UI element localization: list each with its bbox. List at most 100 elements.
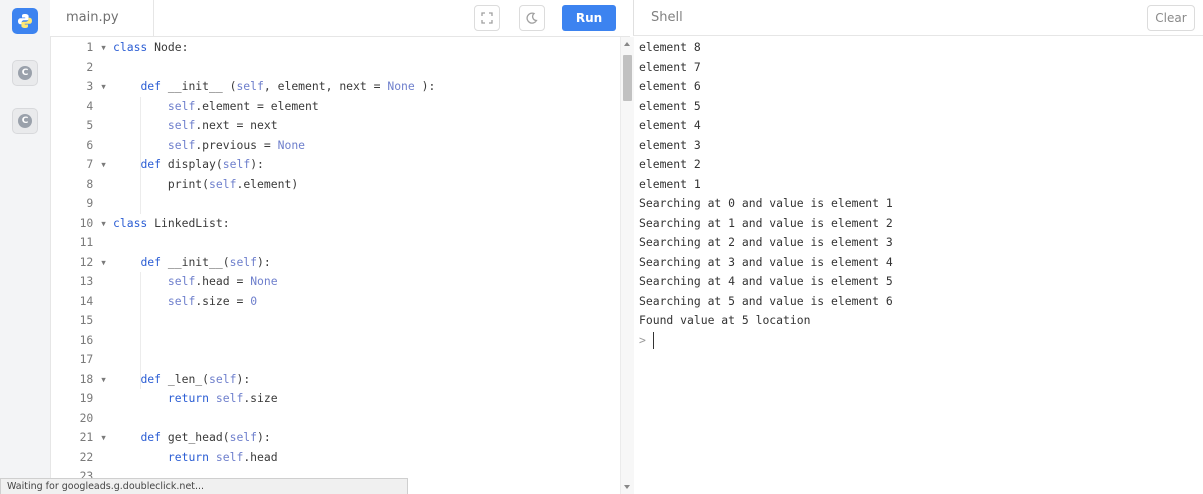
code-line[interactable]: 14 self.size = 0 bbox=[50, 292, 620, 312]
code-token: print( bbox=[167, 176, 210, 191]
code-line[interactable]: 22 return self.head bbox=[50, 448, 620, 468]
code-text: self.element = element bbox=[168, 97, 319, 117]
code-token: ): bbox=[236, 371, 251, 386]
shell-output-line: Searching at 4 and value is element 5 bbox=[639, 274, 893, 288]
keyword-token: def bbox=[140, 371, 162, 386]
code-text: self.size = 0 bbox=[168, 292, 257, 312]
line-number: 16 bbox=[79, 332, 107, 347]
code-line[interactable]: 20 bbox=[50, 409, 620, 429]
code-text: self.next = next bbox=[168, 116, 278, 136]
indent-guide bbox=[140, 96, 142, 214]
code-line[interactable]: 13 self.head = None bbox=[50, 272, 620, 292]
shell-output-line: element 5 bbox=[639, 98, 701, 113]
shell-header: Shell Clear bbox=[633, 0, 1203, 36]
code-text: return self.size bbox=[168, 389, 278, 409]
line-number: 11 bbox=[79, 235, 107, 249]
code-token: .head bbox=[243, 449, 278, 464]
code-text: class LinkedList: bbox=[113, 214, 230, 234]
code-text: def display(self): bbox=[140, 155, 263, 175]
code-text: def get_head(self): bbox=[140, 428, 270, 448]
line-number: 9 bbox=[86, 196, 107, 210]
code-line[interactable]: 1 ▾ class Node: bbox=[50, 38, 620, 58]
code-token: __init__( bbox=[161, 254, 230, 269]
line-number: 18 ▾ bbox=[79, 371, 107, 386]
code-line[interactable]: 2 bbox=[50, 58, 620, 78]
identifier-token: self bbox=[167, 274, 196, 288]
scroll-up-icon[interactable] bbox=[624, 42, 630, 46]
code-token: , element, next = bbox=[263, 79, 388, 93]
code-line[interactable]: 19 return self.size bbox=[50, 389, 620, 409]
code-text: class Node: bbox=[113, 38, 188, 58]
code-text: def __init__(self): bbox=[140, 253, 270, 273]
line-number: 4 bbox=[86, 98, 107, 113]
scroll-down-icon[interactable] bbox=[624, 485, 630, 489]
code-line[interactable]: 11 bbox=[50, 233, 620, 253]
code-line[interactable]: 9 bbox=[50, 194, 620, 214]
language-sidebar: C C bbox=[0, 0, 51, 494]
code-line[interactable]: 8 print(self.element) bbox=[50, 175, 620, 195]
fullscreen-button[interactable] bbox=[474, 5, 500, 31]
code-line[interactable]: 21 ▾ def get_head(self): bbox=[50, 428, 620, 448]
line-number: 3 ▾ bbox=[86, 79, 107, 93]
identifier-token: self bbox=[229, 254, 258, 269]
shell-output-line: Searching at 1 and value is element 2 bbox=[639, 215, 893, 230]
code-token: .size bbox=[243, 391, 278, 405]
line-number: 15 bbox=[79, 313, 107, 327]
c-language-icon[interactable]: C bbox=[12, 60, 38, 86]
code-token: ): bbox=[257, 254, 271, 269]
shell-prompt: > bbox=[639, 333, 646, 347]
code-text: return self.head bbox=[168, 448, 278, 468]
code-text: def __init__ (self, element, next = None… bbox=[140, 77, 435, 97]
editor-header: main.py Run bbox=[50, 0, 630, 37]
identifier-token: self bbox=[167, 118, 196, 132]
python-logo-icon[interactable] bbox=[12, 8, 38, 34]
scrollbar-thumb[interactable] bbox=[623, 55, 632, 101]
identifier-token: self bbox=[229, 430, 258, 444]
line-number: 5 bbox=[86, 118, 107, 132]
c-language-icon[interactable]: C bbox=[12, 108, 38, 134]
code-token: Node: bbox=[147, 40, 189, 54]
clear-button[interactable]: Clear bbox=[1147, 5, 1195, 31]
shell-output-line: element 8 bbox=[639, 40, 701, 54]
code-line[interactable]: 5 self.next = next bbox=[50, 116, 620, 136]
identifier-token: None bbox=[277, 137, 306, 152]
file-tab-main-py[interactable]: main.py bbox=[50, 0, 154, 36]
code-text: def _len_(self): bbox=[140, 370, 250, 390]
code-line[interactable]: 3 ▾ def __init__ (self, element, next = N… bbox=[50, 77, 620, 97]
line-number: 8 bbox=[86, 176, 107, 191]
keyword-token: return bbox=[167, 449, 210, 464]
code-line[interactable]: 18 ▾ def _len_(self): bbox=[50, 370, 620, 390]
identifier-token: self bbox=[167, 293, 196, 308]
code-token: .size = bbox=[195, 293, 251, 308]
shell-output-line: element 3 bbox=[639, 137, 701, 152]
shell-output-line: element 4 bbox=[639, 118, 701, 132]
theme-toggle-button[interactable] bbox=[519, 5, 545, 31]
code-token: ): bbox=[257, 430, 271, 444]
shell-output-line: Searching at 0 and value is element 1 bbox=[639, 196, 893, 210]
line-number: 20 bbox=[79, 410, 107, 425]
code-token: LinkedList: bbox=[147, 215, 230, 230]
line-number: 14 bbox=[79, 293, 107, 308]
shell-output-line: Found value at 5 location bbox=[639, 313, 811, 327]
line-number: 2 bbox=[86, 59, 107, 74]
code-line[interactable]: 6 self.previous = None bbox=[50, 136, 620, 156]
code-editor[interactable]: 1 ▾ class Node: 2 3 ▾ def __init__ (self, e… bbox=[50, 37, 620, 494]
code-line[interactable]: 4 self.element = element bbox=[50, 97, 620, 117]
code-line[interactable]: 16 bbox=[50, 331, 620, 351]
code-token: .next = next bbox=[195, 118, 278, 132]
code-line[interactable]: 7 ▾ def display(self): bbox=[50, 155, 620, 175]
code-line[interactable]: 17 bbox=[50, 350, 620, 370]
keyword-token: def bbox=[140, 157, 162, 171]
shell-output[interactable]: > element 8 element 7 element 6 element 5 el… bbox=[634, 37, 1203, 494]
code-token: get_head( bbox=[161, 430, 230, 444]
shell-title: Shell bbox=[651, 10, 683, 25]
editor-scrollbar[interactable] bbox=[620, 37, 634, 494]
code-line[interactable]: 15 bbox=[50, 311, 620, 331]
shell-output-line: Searching at 3 and value is element 4 bbox=[639, 254, 893, 269]
run-button[interactable]: Run bbox=[562, 5, 616, 31]
code-line[interactable]: 12 ▾ def __init__(self): bbox=[50, 253, 620, 273]
line-number: 13 bbox=[79, 274, 107, 288]
code-line[interactable]: 10 ▾ class LinkedList: bbox=[50, 214, 620, 234]
code-text: self.previous = None bbox=[168, 136, 305, 156]
